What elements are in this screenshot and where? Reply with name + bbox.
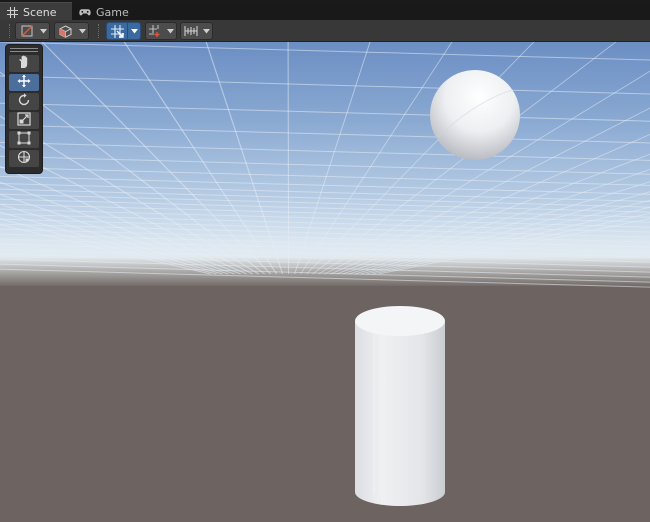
ground-plane (0, 286, 650, 522)
hand-icon (17, 55, 31, 72)
rect-tool[interactable] (9, 131, 39, 148)
grid-snap-icon (107, 23, 127, 39)
scale-icon (17, 112, 31, 129)
chevron-down-icon (164, 23, 176, 39)
move-icon (17, 74, 31, 91)
chevron-down-icon (200, 23, 212, 39)
cube-icon (55, 23, 76, 39)
cylinder-object[interactable] (355, 306, 445, 506)
rect-icon (17, 131, 31, 148)
chevron-down-icon (37, 23, 49, 39)
rotate-icon (17, 93, 31, 110)
increment-snap-icon (146, 23, 164, 39)
tools-overlay (5, 44, 43, 174)
draw-mode-icon (16, 23, 37, 39)
gizmo-snap-dropdown[interactable] (145, 22, 177, 40)
rotate-tool[interactable] (9, 93, 39, 110)
tab-scene-label: Scene (23, 6, 57, 19)
toolbar-grip[interactable] (9, 24, 12, 38)
scene-render (0, 42, 650, 522)
chevron-down-icon (127, 23, 140, 39)
ruler-icon (181, 23, 200, 39)
scene-toolbar (0, 20, 650, 42)
move-tool[interactable] (9, 74, 39, 91)
transform-icon (17, 150, 31, 167)
drag-handle[interactable] (10, 48, 38, 52)
hand-tool[interactable] (9, 55, 39, 72)
view-options-dropdown[interactable] (180, 22, 213, 40)
render-mode-dropdown[interactable] (54, 22, 89, 40)
sphere-object[interactable] (430, 70, 520, 160)
grid-snap-toggle[interactable] (106, 22, 141, 40)
tab-game[interactable]: Game (73, 2, 133, 22)
grid-icon (6, 7, 18, 19)
scene-viewport[interactable] (0, 42, 650, 522)
tab-bar: Scene Game (0, 0, 650, 22)
tab-scene[interactable]: Scene (0, 2, 72, 22)
draw-mode-dropdown[interactable] (15, 22, 50, 40)
transform-tool[interactable] (9, 150, 39, 167)
chevron-down-icon (76, 23, 88, 39)
scale-tool[interactable] (9, 112, 39, 129)
tab-game-label: Game (96, 5, 129, 19)
gamepad-icon (79, 6, 91, 18)
toolbar-grip[interactable] (98, 24, 101, 38)
